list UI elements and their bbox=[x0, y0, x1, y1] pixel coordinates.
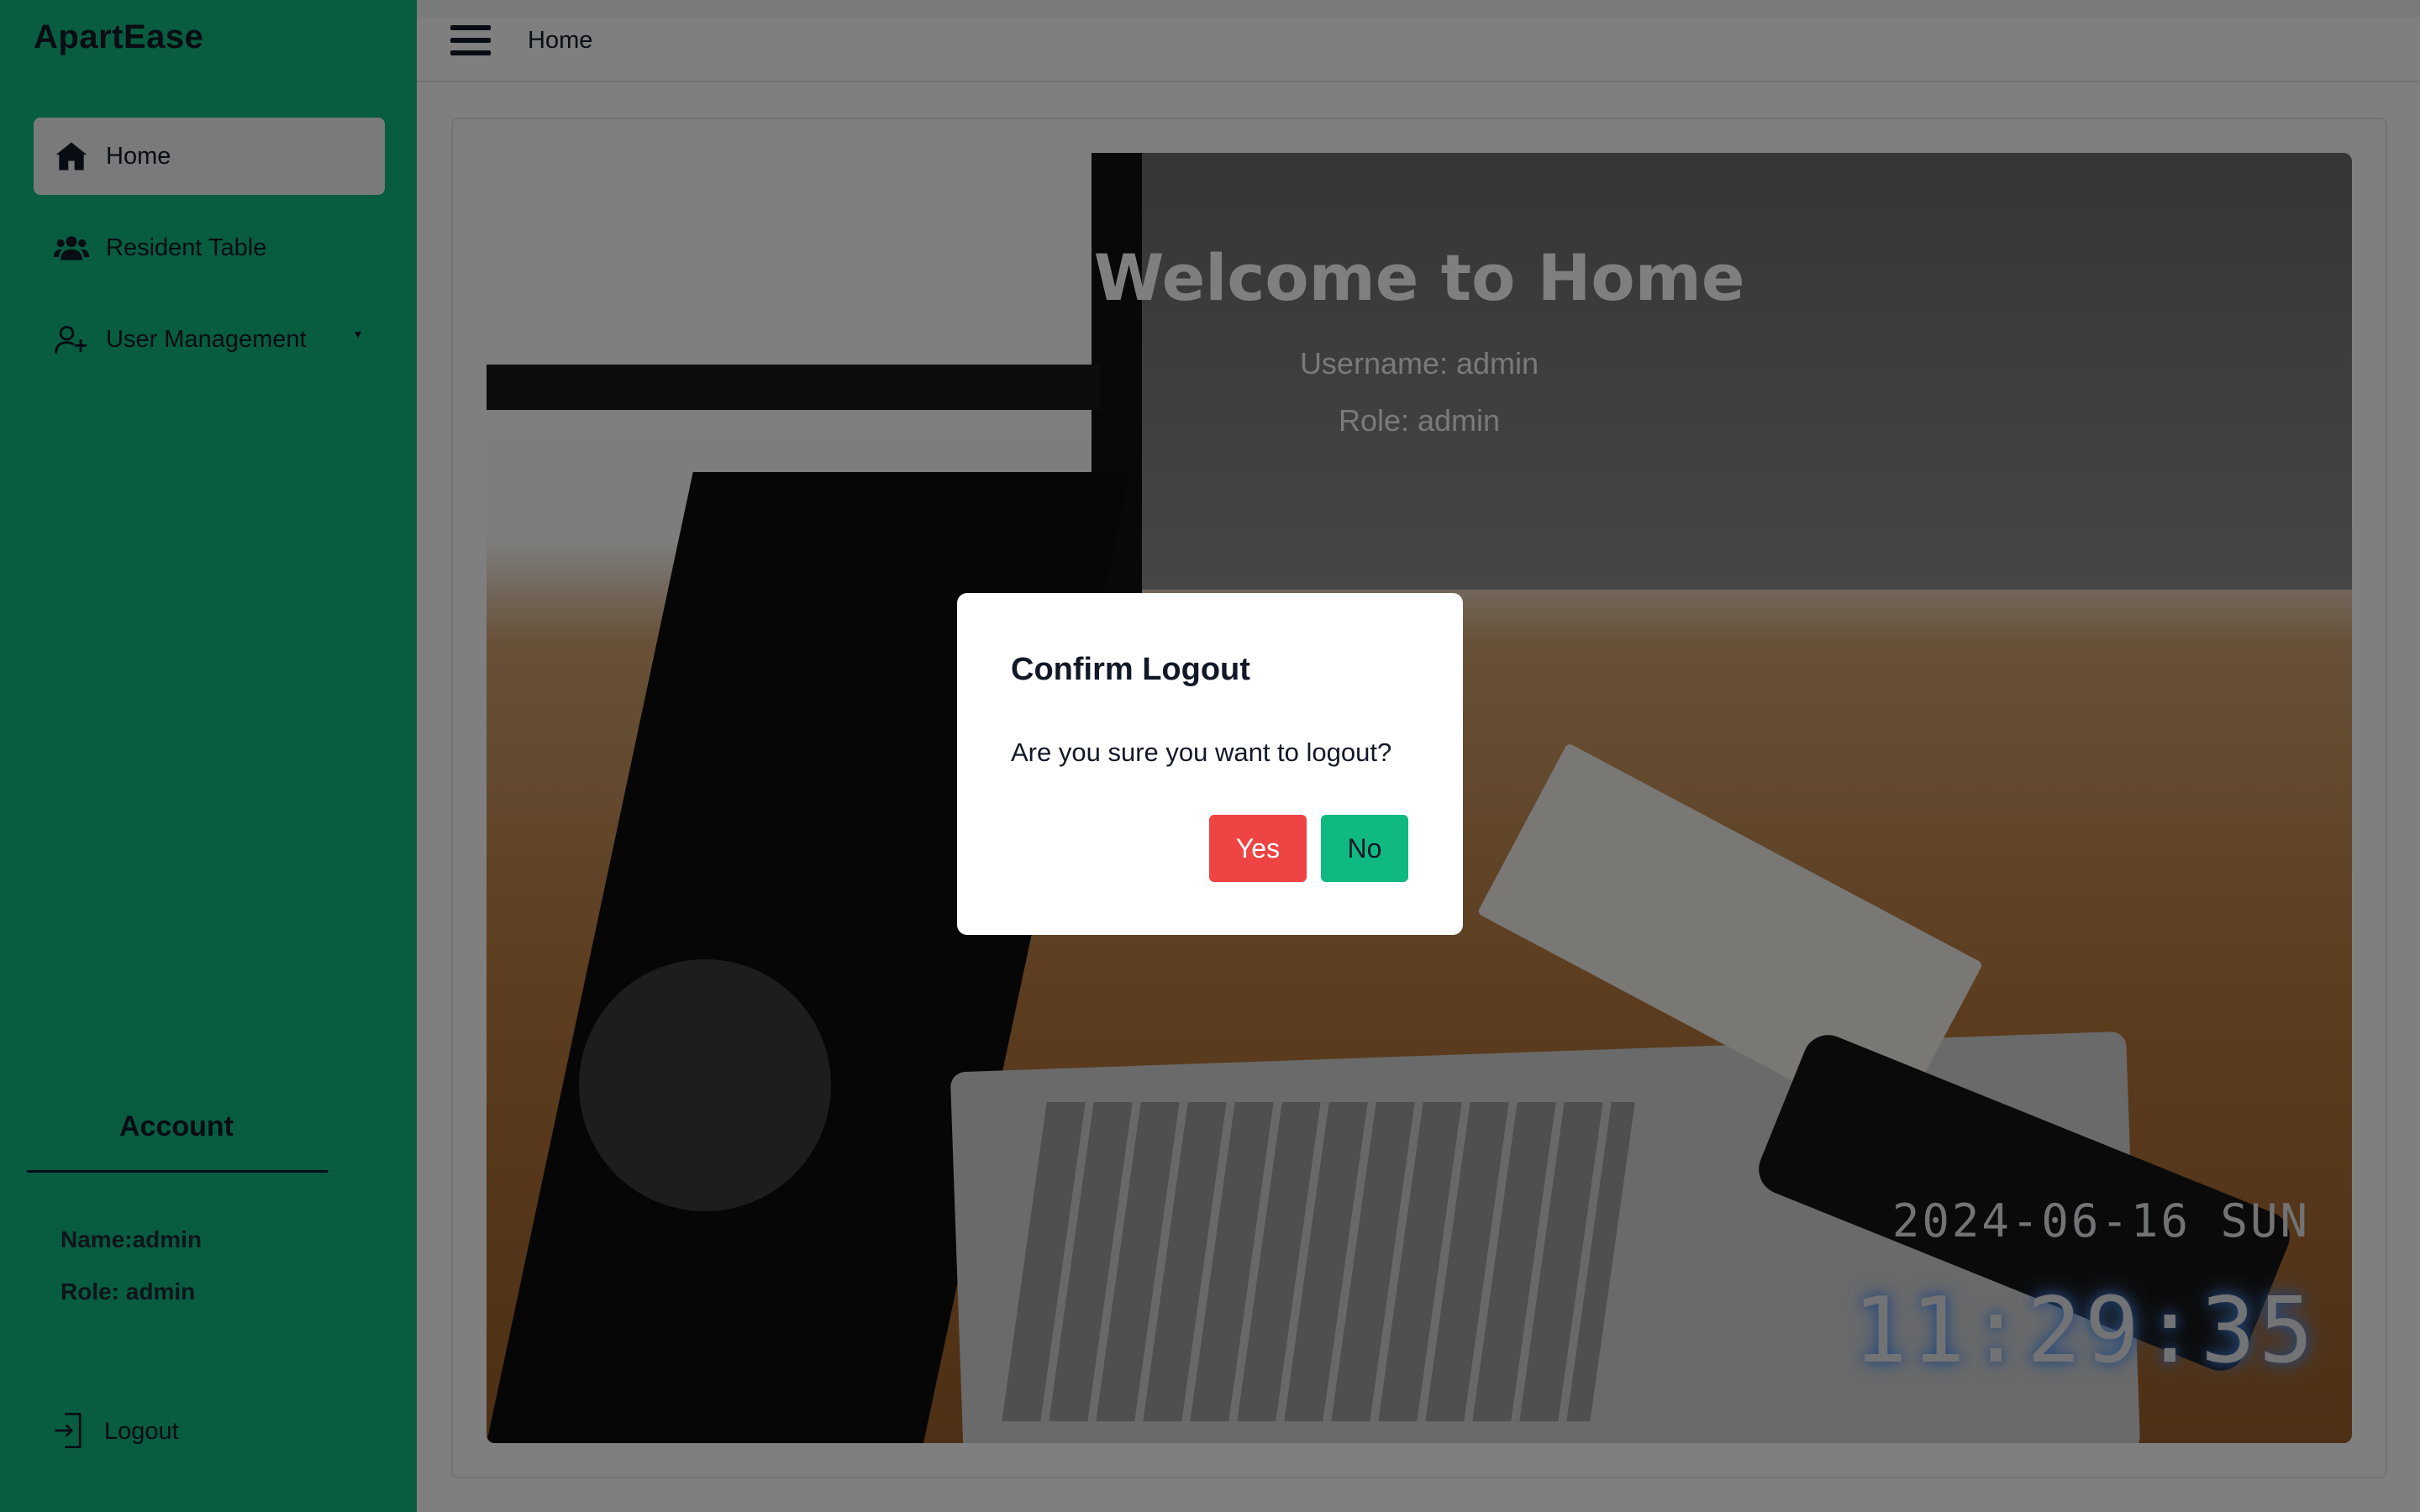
no-button[interactable]: No bbox=[1321, 815, 1408, 882]
dialog-message: Are you sure you want to logout? bbox=[1011, 738, 1392, 767]
dialog-title: Confirm Logout bbox=[1011, 652, 1250, 687]
logout-confirm-dialog: Confirm Logout Are you sure you want to … bbox=[957, 593, 1463, 935]
yes-button[interactable]: Yes bbox=[1209, 815, 1307, 882]
